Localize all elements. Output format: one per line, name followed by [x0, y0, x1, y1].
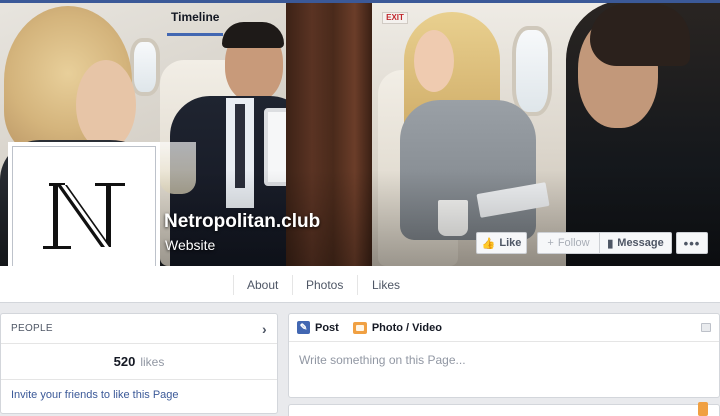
plus-icon: +	[547, 237, 554, 249]
composer-tab-post[interactable]: ✎ Post	[297, 321, 339, 334]
chat-tab-icon[interactable]	[698, 402, 708, 416]
composer-photo-label: Photo / Video	[371, 321, 442, 334]
tab-divider	[292, 275, 293, 295]
more-dots-icon: •••	[683, 235, 701, 251]
likes-label: likes	[140, 354, 165, 369]
like-button-label: Like	[499, 237, 522, 249]
cover-hair-man-right	[590, 4, 690, 66]
tab-photos[interactable]: Photos	[306, 266, 343, 303]
message-button-label: Message	[617, 237, 664, 249]
invite-friends-link[interactable]: Invite your friends to like this Page	[1, 380, 277, 410]
speech-bubble-icon: ▮	[607, 237, 614, 250]
composer-tab-photo-video[interactable]: Photo / Video	[352, 321, 442, 334]
follow-button[interactable]: + Follow	[537, 232, 599, 254]
tab-divider	[233, 275, 234, 295]
tab-timeline[interactable]: Timeline	[167, 0, 224, 36]
chevron-right-icon[interactable]: ›	[262, 321, 267, 337]
cabin-window-right	[512, 26, 552, 116]
likes-count: 520	[113, 354, 136, 369]
composer-post-label: Post	[315, 321, 339, 334]
tab-divider	[357, 275, 358, 295]
cover-hair-man	[222, 22, 284, 48]
cover-face-left	[76, 60, 136, 150]
thumbs-up-icon: 👍	[481, 237, 496, 250]
cover-face-woman-right	[414, 30, 454, 92]
next-feed-card	[288, 404, 720, 416]
tab-likes[interactable]: Likes	[372, 266, 400, 303]
cabin-window-left	[130, 38, 160, 96]
photo-icon	[352, 321, 367, 334]
tab-about[interactable]: About	[247, 266, 278, 303]
flag-icon[interactable]	[701, 323, 711, 332]
post-composer: ✎ Post Photo / Video Write something on …	[288, 313, 720, 398]
page-category: Website	[165, 237, 216, 253]
page-title[interactable]: Netropolitan.club	[164, 211, 320, 233]
message-button[interactable]: ▮ Message	[599, 232, 672, 254]
composer-tabs: ✎ Post Photo / Video	[289, 314, 719, 342]
more-options-button[interactable]: •••	[676, 232, 708, 254]
likes-count-row: 520 likes	[1, 344, 277, 380]
top-accent-bar	[0, 0, 720, 3]
people-title: PEOPLE	[11, 323, 53, 334]
pencil-icon: ✎	[297, 321, 310, 334]
composer-input[interactable]: Write something on this Page...	[289, 342, 719, 378]
page-nav-bar	[0, 266, 720, 303]
people-header[interactable]: PEOPLE ›	[1, 314, 277, 344]
like-button[interactable]: 👍 Like	[476, 232, 527, 254]
follow-button-label: Follow	[557, 237, 590, 249]
people-card: PEOPLE › 520 likes Invite your friends t…	[0, 313, 278, 414]
exit-sign: EXIT	[382, 12, 408, 24]
